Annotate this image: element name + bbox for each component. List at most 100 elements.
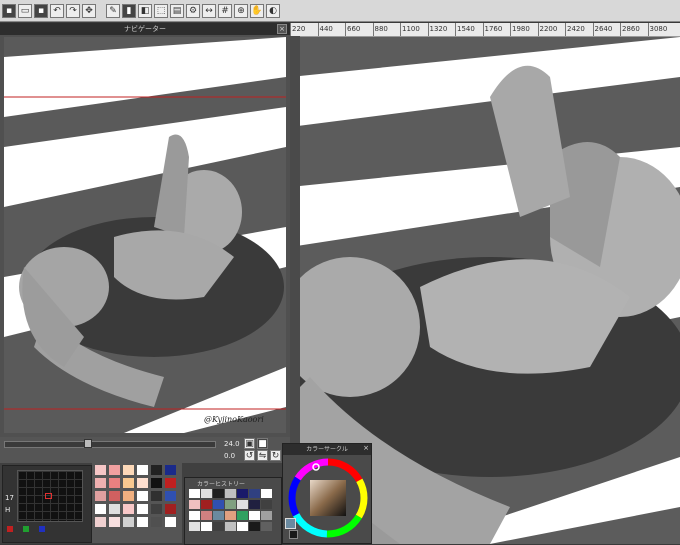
history-swatch[interactable] xyxy=(237,522,248,531)
history-swatch[interactable] xyxy=(201,489,212,498)
color-swatch[interactable] xyxy=(95,504,106,514)
history-swatch[interactable] xyxy=(213,511,224,520)
history-swatch[interactable] xyxy=(201,522,212,531)
new-file-icon[interactable]: ▪ xyxy=(2,3,16,18)
history-swatch[interactable] xyxy=(261,489,272,498)
history-swatch[interactable] xyxy=(225,489,236,498)
color-swatch[interactable] xyxy=(109,491,120,501)
color-swatch-grid[interactable] xyxy=(95,465,179,533)
history-swatch[interactable] xyxy=(249,500,260,509)
color-swatch[interactable] xyxy=(109,504,120,514)
secondary-color-swatch[interactable] xyxy=(289,530,298,539)
actual-size-icon[interactable]: ■ xyxy=(257,438,268,449)
pen-icon[interactable]: ✎ xyxy=(106,3,120,18)
transform-icon[interactable]: ✥ xyxy=(82,3,96,18)
history-swatch[interactable] xyxy=(261,522,272,531)
history-swatch[interactable] xyxy=(213,500,224,509)
color-swatch[interactable] xyxy=(137,465,148,475)
color-swatch[interactable] xyxy=(165,504,176,514)
current-color-swatch[interactable] xyxy=(285,518,296,529)
history-swatch[interactable] xyxy=(225,500,236,509)
history-swatch[interactable] xyxy=(249,522,260,531)
eraser-icon[interactable]: ◧ xyxy=(138,3,152,18)
color-swatch[interactable] xyxy=(165,491,176,501)
fit-window-icon[interactable]: ▣ xyxy=(244,438,255,449)
history-swatch[interactable] xyxy=(189,489,200,498)
history-swatch[interactable] xyxy=(225,511,236,520)
history-swatch[interactable] xyxy=(249,511,260,520)
color-swatch[interactable] xyxy=(151,478,162,488)
history-swatch[interactable] xyxy=(237,511,248,520)
history-swatch[interactable] xyxy=(225,522,236,531)
color-swatch[interactable] xyxy=(137,504,148,514)
navigator-preview[interactable]: @KyjinoKaoori xyxy=(4,37,286,433)
color-swatch[interactable] xyxy=(165,478,176,488)
color-swatch[interactable] xyxy=(123,465,134,475)
ruler-icon[interactable]: ↔ xyxy=(202,3,216,18)
layer-icon[interactable]: ▤ xyxy=(170,3,184,18)
horizontal-ruler: 220 440 660 880 1100 1320 1540 1760 1980 2200 2420… xyxy=(290,23,680,37)
history-swatch[interactable] xyxy=(201,511,212,520)
history-swatch[interactable] xyxy=(249,489,260,498)
color-swatch[interactable] xyxy=(151,517,162,527)
history-swatch[interactable] xyxy=(237,489,248,498)
history-swatch[interactable] xyxy=(237,500,248,509)
color-swatch[interactable] xyxy=(95,491,106,501)
green-chip[interactable] xyxy=(23,526,29,532)
color-swatch[interactable] xyxy=(95,465,106,475)
color-swatch[interactable] xyxy=(109,465,120,475)
saturation-square[interactable] xyxy=(310,480,346,516)
red-chip[interactable] xyxy=(7,526,13,532)
history-swatch[interactable] xyxy=(261,511,272,520)
zoom-icon[interactable]: ⊕ xyxy=(234,3,248,18)
history-swatch[interactable] xyxy=(189,511,200,520)
rotation-value: 0.0 xyxy=(224,452,236,460)
flip-icon[interactable]: ⇋ xyxy=(257,450,268,461)
color-swatch[interactable] xyxy=(95,478,106,488)
save-icon[interactable]: ▪ xyxy=(34,3,48,18)
gear-icon[interactable]: ⚙ xyxy=(186,3,200,18)
color-swatch[interactable] xyxy=(95,517,106,527)
color-swatch[interactable] xyxy=(165,517,176,527)
ruler-tick: 880 xyxy=(372,23,388,36)
zoom-slider-knob[interactable] xyxy=(84,439,92,448)
color-swatch[interactable] xyxy=(137,517,148,527)
zoom-slider-track[interactable] xyxy=(4,441,216,448)
history-swatch[interactable] xyxy=(189,522,200,531)
hand-icon[interactable]: ✋ xyxy=(250,3,264,18)
rotate-left-icon[interactable]: ↺ xyxy=(244,450,255,461)
navigator-close-button[interactable]: × xyxy=(277,24,287,34)
select-icon[interactable]: ⬚ xyxy=(154,3,168,18)
ruler-tick: 1320 xyxy=(427,23,447,36)
color-swatch[interactable] xyxy=(151,491,162,501)
history-swatch[interactable] xyxy=(201,500,212,509)
history-swatch[interactable] xyxy=(213,489,224,498)
color-swatch[interactable] xyxy=(137,491,148,501)
fill-icon[interactable]: ◐ xyxy=(266,3,280,18)
color-history-grid[interactable] xyxy=(189,489,275,533)
color-swatch[interactable] xyxy=(151,504,162,514)
color-wheel[interactable] xyxy=(287,457,369,539)
grid-icon[interactable]: # xyxy=(218,3,232,18)
color-swatch[interactable] xyxy=(165,465,176,475)
redo-icon[interactable]: ↷ xyxy=(66,3,80,18)
undo-icon[interactable]: ↶ xyxy=(50,3,64,18)
color-swatch[interactable] xyxy=(109,478,120,488)
history-swatch[interactable] xyxy=(189,500,200,509)
history-swatch[interactable] xyxy=(213,522,224,531)
rotate-right-icon[interactable]: ↻ xyxy=(270,450,281,461)
color-swatch[interactable] xyxy=(123,478,134,488)
history-swatch[interactable] xyxy=(261,500,272,509)
color-swatch[interactable] xyxy=(123,491,134,501)
ruler-tick: 1980 xyxy=(510,23,530,36)
color-swatch[interactable] xyxy=(123,517,134,527)
color-swatch[interactable] xyxy=(151,465,162,475)
ruler-tick: 660 xyxy=(345,23,360,36)
color-swatch[interactable] xyxy=(123,504,134,514)
color-swatch[interactable] xyxy=(109,517,120,527)
color-swatch[interactable] xyxy=(137,478,148,488)
brush-icon[interactable]: ▮ xyxy=(122,3,136,18)
open-file-icon[interactable]: ▭ xyxy=(18,3,32,18)
blue-chip[interactable] xyxy=(39,526,45,532)
color-circle-close-button[interactable]: × xyxy=(363,444,369,452)
